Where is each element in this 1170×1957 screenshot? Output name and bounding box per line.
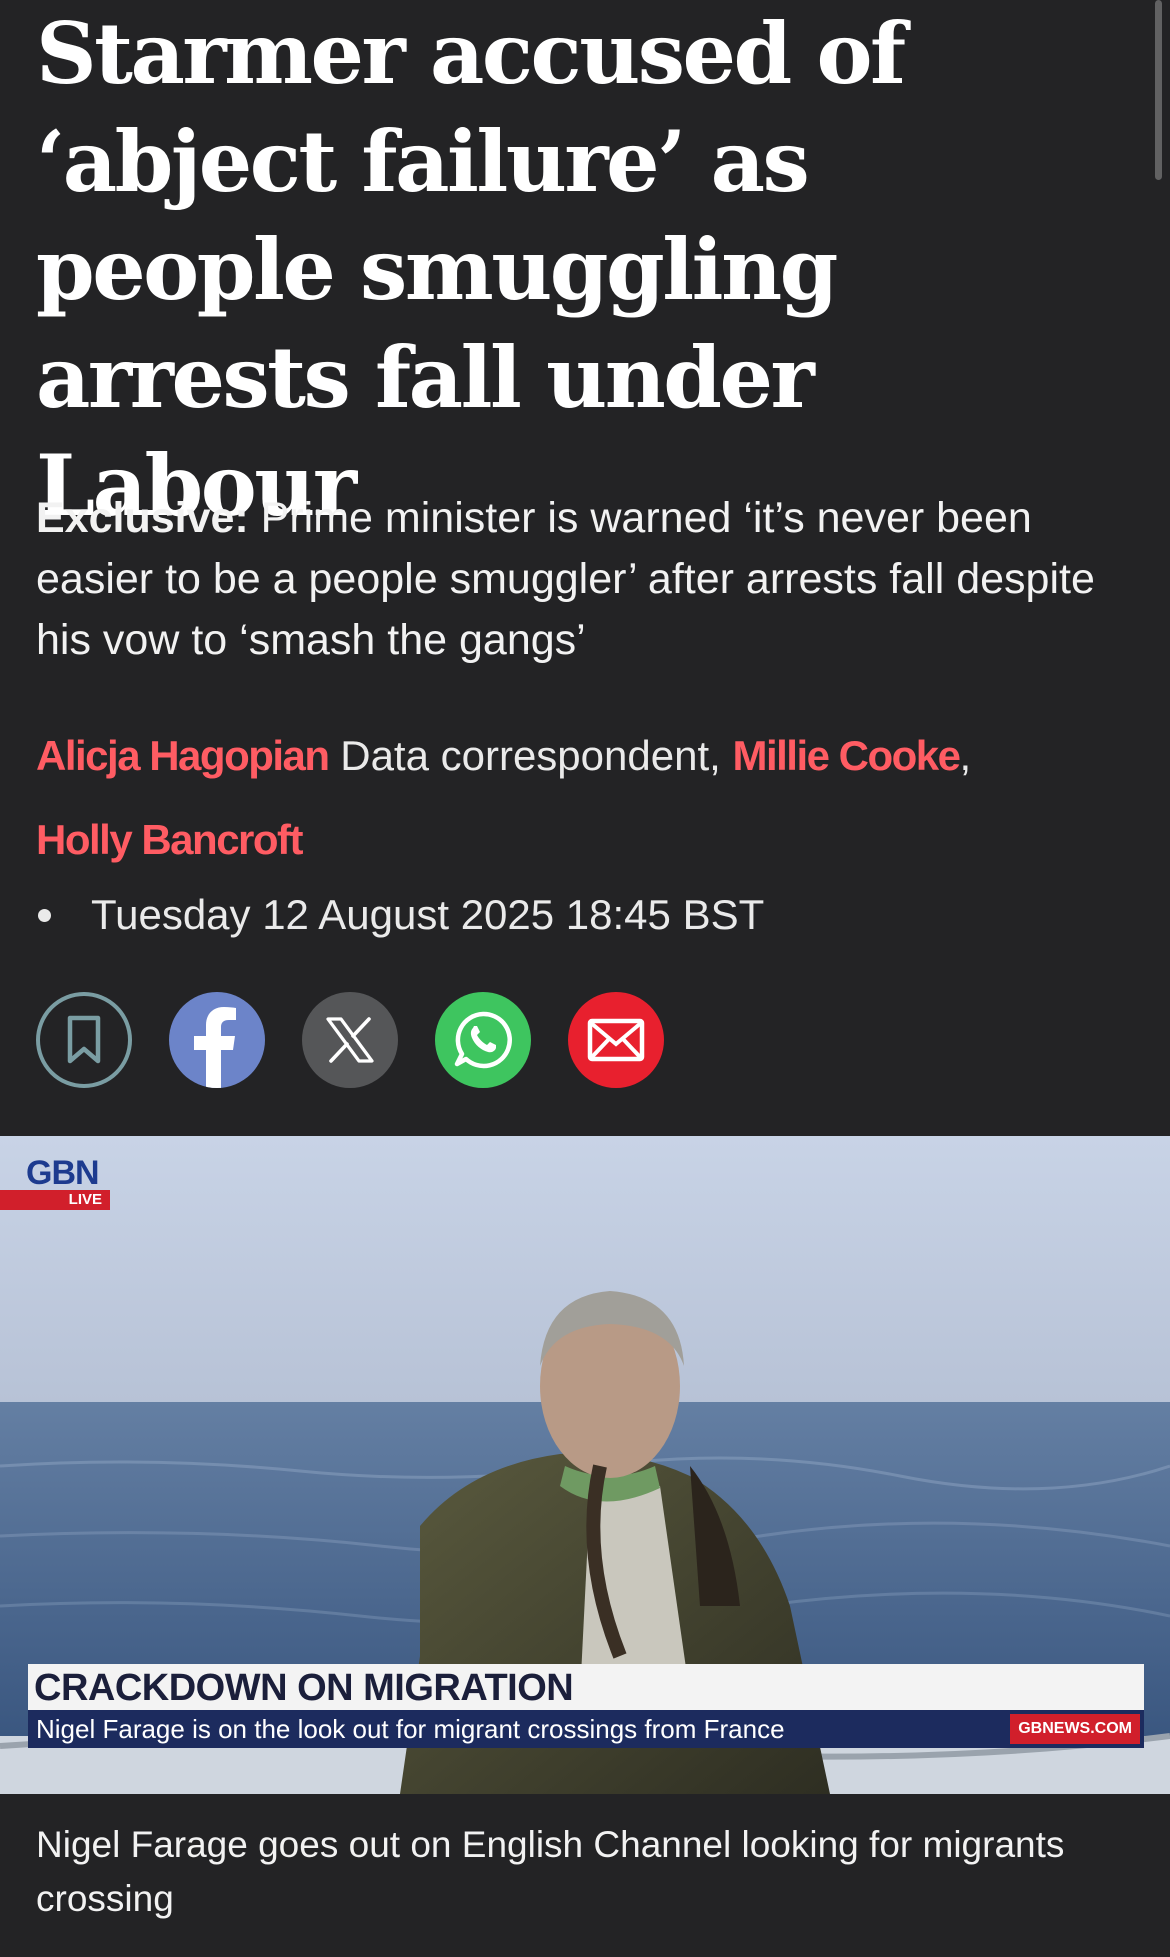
bookmark-button[interactable] <box>36 992 132 1088</box>
video-lower-third: CRACKDOWN ON MIGRATION Nigel Farage is o… <box>28 1664 1144 1748</box>
whatsapp-icon <box>454 1011 512 1069</box>
lower-third-strap: Nigel Farage is on the look out for migr… <box>28 1710 1144 1748</box>
author-link-alicja-hagopian[interactable]: Alicja Hagopian <box>36 732 330 779</box>
share-bar <box>36 992 664 1088</box>
headline: Starmer accused of ‘abject failure’ as p… <box>36 4 906 535</box>
bookmark-icon <box>67 1015 101 1064</box>
lower-third-strap-text: Nigel Farage is on the look out for migr… <box>36 1714 785 1744</box>
byline: Alicja Hagopian Data correspondent, Mill… <box>36 714 1136 882</box>
exclusive-tag: Exclusive: <box>36 494 249 542</box>
author-link-holly-bancroft[interactable]: Holly Bancroft <box>36 816 304 863</box>
scrollbar[interactable] <box>1155 0 1162 180</box>
date-text: Tuesday 12 August 2025 18:45 BST <box>91 891 765 938</box>
facebook-icon <box>194 1007 236 1088</box>
video-caption: Nigel Farage goes out on English Channel… <box>36 1824 1065 1919</box>
email-share-button[interactable] <box>568 992 664 1088</box>
publish-date: Tuesday 12 August 2025 18:45 BST <box>36 885 764 945</box>
email-icon <box>587 1018 645 1062</box>
gb-news-logo: GBN LIVE <box>0 1154 110 1210</box>
author-role: Data correspondent, <box>328 732 721 779</box>
standfirst: Exclusive: Prime minister is warned ‘it’… <box>36 488 1136 671</box>
author-separator: , <box>959 732 972 779</box>
facebook-share-button[interactable] <box>169 992 265 1088</box>
whatsapp-share-button[interactable] <box>435 992 531 1088</box>
lower-third-site: GBNEWS.COM <box>1010 1714 1140 1744</box>
live-badge: LIVE <box>0 1190 110 1210</box>
x-icon <box>326 1017 374 1063</box>
x-share-button[interactable] <box>302 992 398 1088</box>
article: Starmer accused of ‘abject failure’ as p… <box>0 0 1170 1957</box>
bullet-icon <box>38 908 51 922</box>
video-player[interactable]: GBN LIVE CRACKDOWN ON MIGRATION Nigel Fa… <box>0 1136 1170 1794</box>
author-link-millie-cooke[interactable]: Millie Cooke <box>732 732 961 779</box>
lower-third-headline: CRACKDOWN ON MIGRATION <box>28 1664 1144 1710</box>
gb-news-logo-text: GBN <box>26 1154 100 1192</box>
